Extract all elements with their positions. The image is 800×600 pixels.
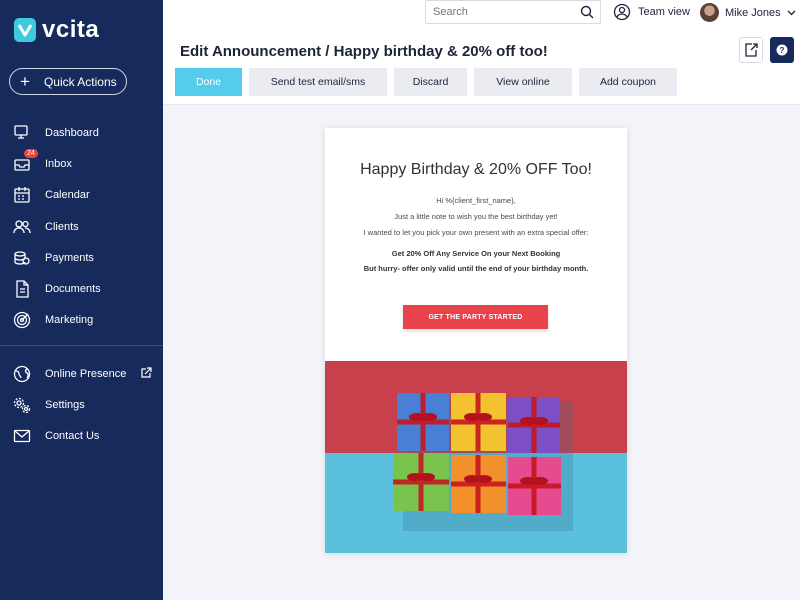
search-icon[interactable] (580, 5, 594, 24)
sidebar-item-label: Dashboard (45, 126, 99, 139)
sidebar-item-marketing[interactable]: Marketing (0, 305, 163, 336)
chevron-down-icon (787, 10, 796, 16)
editor-toolbar: Done Send test email/sms Discard View on… (175, 68, 677, 96)
sidebar-item-documents[interactable]: Documents (0, 273, 163, 304)
team-view-button[interactable]: Team view (613, 3, 690, 21)
sidebar-item-label: Marketing (45, 314, 94, 327)
calendar-icon (12, 185, 32, 205)
help-icon: ? (776, 44, 788, 56)
primary-nav: Dashboard 24 Inbox Calendar Clients Paym… (0, 117, 163, 336)
sidebar-item-payments[interactable]: Payments (0, 242, 163, 273)
external-link-icon (140, 367, 152, 382)
logo-text: vcita (42, 16, 100, 43)
email-offer: Get 20% Off Any Service On your Next Boo… (391, 249, 561, 258)
sidebar-item-label: Contact Us (45, 430, 100, 443)
vcita-logo[interactable]: vcita (14, 16, 99, 44)
settings-icon (12, 395, 32, 415)
sidebar-item-settings[interactable]: Settings (0, 389, 163, 420)
search-input[interactable] (426, 1, 566, 23)
sidebar-item-label: Payments (45, 251, 94, 264)
vcita-logo-icon (14, 18, 36, 42)
cta-button[interactable]: GET THE PARTY STARTED (403, 305, 548, 329)
sidebar-item-label: Calendar (45, 189, 90, 202)
email-greeting: Hi %{client_first_name}, (436, 196, 516, 205)
done-button[interactable]: Done (175, 68, 242, 96)
mail-icon (12, 426, 32, 446)
sidebar-item-label: Online Presence (45, 367, 127, 380)
svg-text:?: ? (780, 46, 785, 55)
clients-icon (12, 217, 32, 237)
sidebar-item-online-presence[interactable]: Online Presence (0, 358, 163, 389)
documents-icon (12, 279, 32, 299)
sidebar-item-dashboard[interactable]: Dashboard (0, 117, 163, 148)
globe-icon (12, 364, 32, 384)
view-online-button[interactable]: View online (474, 68, 572, 96)
sidebar-divider (0, 345, 163, 346)
user-name: Mike Jones (725, 6, 781, 19)
sidebar-item-label: Settings (45, 398, 85, 411)
sidebar-item-clients[interactable]: Clients (0, 211, 163, 242)
sidebar: vcita + Quick Actions Dashboard 24 Inbox… (0, 0, 163, 600)
email-deadline: But hurry- offer only valid until the en… (363, 264, 589, 273)
top-bar: Team view Mike Jones (163, 0, 800, 32)
secondary-nav: Online Presence Settings Contact Us (0, 358, 163, 452)
sidebar-item-inbox[interactable]: 24 Inbox (0, 148, 163, 179)
plus-icon: + (20, 72, 30, 91)
gift-boxes-image (325, 361, 627, 553)
dashboard-icon (12, 123, 32, 143)
inbox-badge: 24 (24, 149, 38, 159)
sidebar-item-contact-us[interactable]: Contact Us (0, 421, 163, 452)
team-view-icon (613, 3, 631, 21)
export-button[interactable] (739, 37, 763, 63)
export-icon (745, 43, 758, 57)
sidebar-item-label: Clients (45, 220, 79, 233)
email-line-1: Just a little note to wish you the best … (394, 212, 558, 221)
page-title: Edit Announcement / Happy birthday & 20%… (180, 43, 548, 60)
quick-actions-label: Quick Actions (43, 74, 117, 89)
send-test-button[interactable]: Send test email/sms (249, 68, 387, 96)
payments-icon (12, 248, 32, 268)
email-line-2: I wanted to let you pick your own presen… (363, 228, 589, 237)
email-heading: Happy Birthday & 20% OFF Too! (360, 161, 592, 178)
editor-header: Edit Announcement / Happy birthday & 20%… (163, 32, 800, 105)
add-coupon-button[interactable]: Add coupon (579, 68, 677, 96)
discard-button[interactable]: Discard (394, 68, 467, 96)
quick-actions-button[interactable]: + Quick Actions (9, 68, 127, 95)
help-button[interactable]: ? (770, 37, 794, 63)
email-preview: Happy Birthday & 20% OFF Too! Hi %{clien… (325, 128, 627, 553)
team-view-label: Team view (638, 6, 690, 18)
user-menu[interactable]: Mike Jones (700, 3, 796, 22)
sidebar-item-calendar[interactable]: Calendar (0, 180, 163, 211)
sidebar-item-label: Documents (45, 283, 101, 296)
search-box[interactable] (425, 0, 601, 24)
avatar (700, 3, 719, 22)
marketing-icon (12, 310, 32, 330)
sidebar-item-label: Inbox (45, 157, 72, 170)
